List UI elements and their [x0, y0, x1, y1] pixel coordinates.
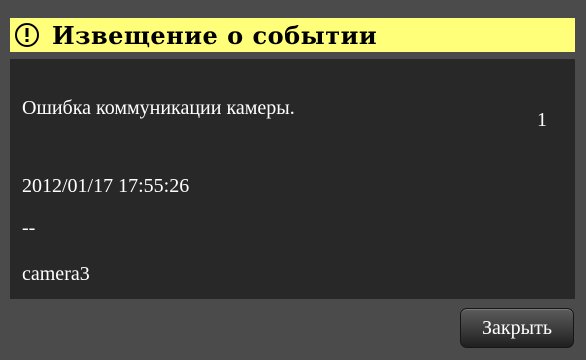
close-button[interactable]: Закрыть — [460, 308, 574, 348]
event-count: 1 — [537, 109, 547, 131]
event-notification-dialog: Извещение о событии Ошибка коммуникации … — [0, 0, 586, 360]
dialog-title: Извещение о событии — [52, 20, 378, 50]
event-timestamp: 2012/01/17 17:55:26 — [22, 175, 190, 197]
alert-circle-icon — [14, 22, 40, 48]
event-details-panel: Ошибка коммуникации камеры. 1 2012/01/17… — [10, 59, 575, 299]
event-detail: -- — [22, 217, 36, 239]
event-camera: camera3 — [22, 263, 90, 285]
event-message: Ошибка коммуникации камеры. — [22, 97, 295, 119]
dialog-title-bar: Извещение о событии — [10, 18, 575, 52]
